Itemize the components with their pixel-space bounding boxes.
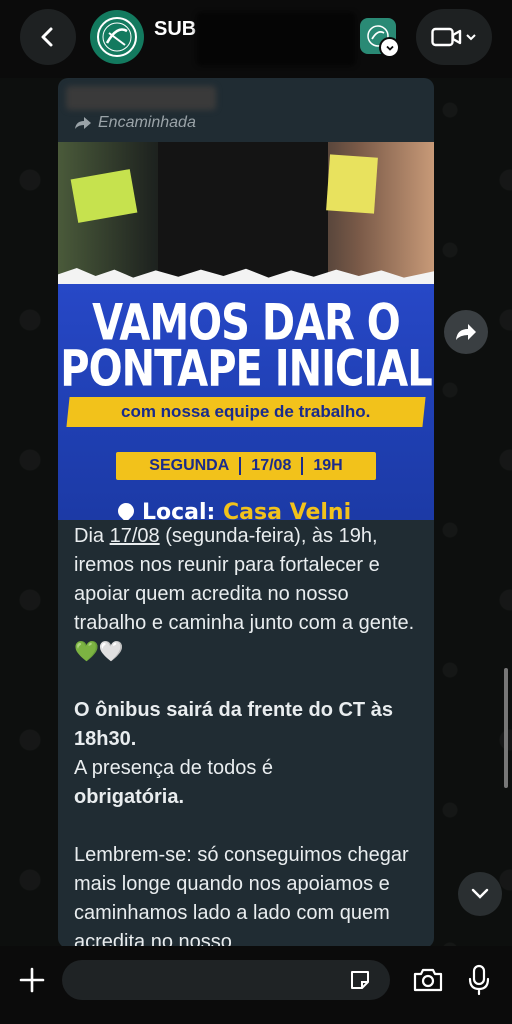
forwarded-text: Encaminhada [98, 114, 196, 131]
redacted-title [196, 12, 356, 66]
group-avatar[interactable] [90, 10, 144, 64]
message-input[interactable] [62, 960, 390, 1000]
scrollbar[interactable] [504, 668, 508, 788]
chevron-down-icon [471, 888, 489, 899]
forward-button[interactable] [444, 310, 488, 354]
p2-text: A presença de todos é [74, 757, 274, 779]
sticker-icon [351, 971, 369, 989]
input-bar [0, 946, 512, 1024]
forward-arrow-icon [456, 324, 476, 340]
flyer-time: 19H [313, 457, 343, 474]
flyer-banner-text: com nossa equipe de trabalho. [121, 402, 371, 421]
camera-icon [413, 968, 443, 992]
chevron-down-icon [466, 34, 476, 41]
logo-icon [97, 17, 137, 57]
flyer-location: Local: Casa Velni [114, 499, 352, 520]
flyer-local-place: Casa Velni [223, 500, 352, 520]
flyer-date: 17/08 [251, 457, 292, 474]
community-badge[interactable] [360, 18, 400, 58]
forward-arrow-icon [75, 117, 91, 129]
message-paragraph-2: O ônibus sairá da frente do CT às 18h30.… [74, 696, 424, 812]
microphone-button[interactable] [462, 960, 496, 1000]
flyer-image[interactable]: VAMOS DAR O PONTAPE INICIAL com nossa eq… [58, 142, 434, 520]
back-button[interactable] [20, 9, 76, 65]
chat-header: SUB [0, 0, 512, 78]
forwarded-label: Encaminhada [74, 114, 196, 132]
flyer-banner: com nossa equipe de trabalho. [66, 397, 426, 427]
crowd-photo [58, 142, 434, 280]
microphone-icon [468, 964, 490, 996]
chat-title[interactable]: SUB [154, 18, 196, 41]
p1-start: Dia [74, 525, 110, 547]
flyer-headline-2: PONTAPE INICIAL [60, 340, 432, 398]
redacted-sender [66, 86, 216, 110]
plus-icon [19, 967, 45, 993]
camera-button[interactable] [408, 962, 448, 998]
video-call-button[interactable] [416, 9, 492, 65]
sticker-button[interactable] [346, 966, 374, 994]
message-paragraph-3: Lembrem-se: só conseguimos chegar mais l… [74, 844, 409, 948]
message-text: Dia 17/08 (segunda-feira), às 19h, iremo… [74, 522, 424, 948]
message-bubble[interactable]: Encaminhada VAMOS DAR O PONTAPE INICIAL … [58, 78, 434, 948]
p2-bold: O ônibus sairá da frente do CT às 18h30. [74, 699, 393, 750]
message-paragraph-1: Dia 17/08 (segunda-feira), às 19h, iremo… [74, 522, 424, 667]
flyer-local-label: Local: [142, 500, 216, 520]
date-link[interactable]: 17/08 [110, 525, 160, 547]
chevron-left-icon [41, 27, 53, 47]
attach-button[interactable] [14, 962, 50, 998]
location-pin-icon [114, 499, 138, 520]
p2-bold2: obrigatória. [74, 786, 185, 808]
flyer-day: SEGUNDA [149, 457, 230, 474]
chevron-down-icon [379, 37, 400, 58]
video-camera-icon [431, 27, 462, 47]
scroll-down-button[interactable] [458, 872, 502, 916]
flyer-info-bar: SEGUNDA 17/08 19H [116, 452, 376, 480]
